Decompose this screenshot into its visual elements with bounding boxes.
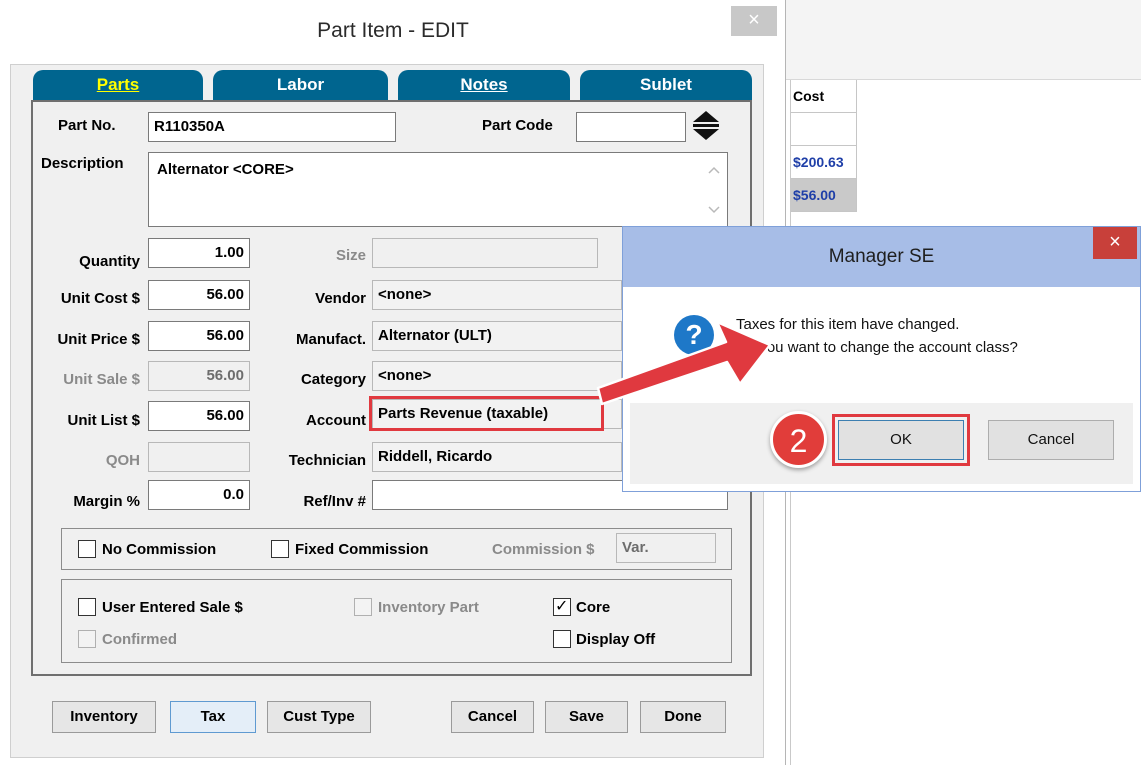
size-label: Size — [335, 247, 366, 264]
tab-labor[interactable]: Labor — [213, 70, 388, 102]
category-select[interactable]: <none> — [372, 361, 622, 391]
core-label: Core — [576, 599, 611, 616]
cust-type-button[interactable]: Cust Type — [267, 701, 371, 733]
save-button[interactable]: Save — [545, 701, 628, 733]
core-checkbox[interactable]: ✓ — [553, 598, 571, 616]
account-highlight-box — [369, 396, 604, 431]
message-line-1: Taxes for this item have changed. — [736, 316, 960, 333]
check-icon: ✓ — [555, 598, 569, 615]
margin-field[interactable]: 0.0 — [148, 480, 250, 510]
cost-cell — [791, 113, 857, 146]
fixed-commission-label: Fixed Commission — [295, 541, 429, 558]
unit-list-label: Unit List $ — [67, 412, 140, 429]
inventory-button[interactable]: Inventory — [52, 701, 156, 733]
qoh-label: QOH — [105, 452, 140, 469]
spinner-divider — [693, 124, 719, 127]
unit-price-field[interactable]: 56.00 — [148, 321, 250, 351]
cancel-button[interactable]: Cancel — [451, 701, 534, 733]
tab-sublet-label: Sublet — [640, 75, 692, 94]
spinner-down-icon[interactable] — [693, 129, 719, 140]
tab-labor-label: Labor — [276, 75, 325, 94]
unit-sale-field: 56.00 — [148, 361, 250, 391]
commission-amount-field: Var. — [616, 533, 716, 563]
close-button[interactable]: × — [731, 6, 777, 36]
no-commission-label: No Commission — [102, 541, 217, 558]
cost-cell-selected[interactable]: $56.00 — [791, 179, 857, 212]
account-label: Account — [306, 412, 366, 429]
manufact-label: Manufact. — [295, 331, 366, 348]
unit-price-label: Unit Price $ — [57, 331, 140, 348]
size-field — [372, 238, 598, 268]
scroll-down-icon[interactable] — [708, 206, 720, 214]
ref-inv-label: Ref/Inv # — [303, 493, 366, 510]
tab-parts-label: Parts — [96, 75, 140, 94]
part-no-label: Part No. — [58, 117, 116, 134]
manufact-select[interactable]: Alternator (ULT) — [372, 321, 622, 351]
inventory-part-label: Inventory Part — [378, 599, 479, 616]
done-button[interactable]: Done — [640, 701, 726, 733]
step-badge: 2 — [770, 411, 827, 468]
description-scrollbar[interactable] — [702, 153, 726, 226]
description-label: Description — [41, 155, 124, 172]
confirmed-checkbox — [78, 630, 96, 648]
quantity-field[interactable]: 1.00 — [148, 238, 250, 268]
unit-cost-label: Unit Cost $ — [60, 290, 140, 307]
question-icon: ? — [674, 315, 714, 355]
unit-cost-field[interactable]: 56.00 — [148, 280, 250, 310]
confirmed-label: Confirmed — [102, 631, 177, 648]
background-toolbar — [786, 0, 1141, 80]
dialog-title: Part Item - EDIT — [317, 19, 469, 42]
unit-sale-label: Unit Sale $ — [63, 371, 140, 388]
vendor-label: Vendor — [315, 290, 366, 307]
user-entered-sale-checkbox[interactable] — [78, 598, 96, 616]
no-commission-checkbox[interactable] — [78, 540, 96, 558]
tab-notes[interactable]: Notes — [398, 70, 570, 102]
part-code-spinner[interactable] — [690, 109, 722, 143]
flags-group — [61, 579, 732, 663]
inventory-part-checkbox — [354, 598, 372, 616]
display-off-label: Display Off — [576, 631, 656, 648]
cost-column-header: Cost — [791, 80, 857, 113]
category-label: Category — [300, 371, 366, 388]
margin-label: Margin % — [73, 493, 140, 510]
part-no-field[interactable]: R110350A — [148, 112, 396, 142]
message-box-title: Manager SE — [623, 227, 1140, 287]
vendor-select[interactable]: <none> — [372, 280, 622, 310]
tax-button[interactable]: Tax — [170, 701, 256, 733]
ok-highlight-box — [832, 414, 970, 466]
user-entered-sale-label: User Entered Sale $ — [102, 599, 243, 616]
display-off-checkbox[interactable] — [553, 630, 571, 648]
technician-select[interactable]: Riddell, Ricardo — [372, 442, 622, 472]
fixed-commission-checkbox[interactable] — [271, 540, 289, 558]
part-code-field[interactable] — [576, 112, 686, 142]
tab-sublet[interactable]: Sublet — [580, 70, 752, 102]
message-box-close-button[interactable]: × — [1093, 227, 1137, 259]
unit-list-field[interactable]: 56.00 — [148, 401, 250, 431]
part-code-label: Part Code — [482, 117, 553, 134]
description-field[interactable]: Alternator <CORE> — [148, 152, 728, 227]
tab-parts[interactable]: Parts — [33, 70, 203, 102]
message-cancel-button[interactable]: Cancel — [988, 420, 1114, 460]
tab-notes-label: Notes — [460, 75, 508, 94]
scroll-up-icon[interactable] — [708, 166, 720, 174]
spinner-up-icon[interactable] — [693, 111, 719, 122]
commission-amount-label: Commission $ — [492, 541, 595, 558]
cost-cell[interactable]: $200.63 — [791, 146, 857, 179]
technician-label: Technician — [288, 452, 366, 469]
message-line-2: Do you want to change the account class? — [736, 339, 1018, 356]
quantity-label: Quantity — [79, 253, 140, 270]
qoh-field — [148, 442, 250, 472]
